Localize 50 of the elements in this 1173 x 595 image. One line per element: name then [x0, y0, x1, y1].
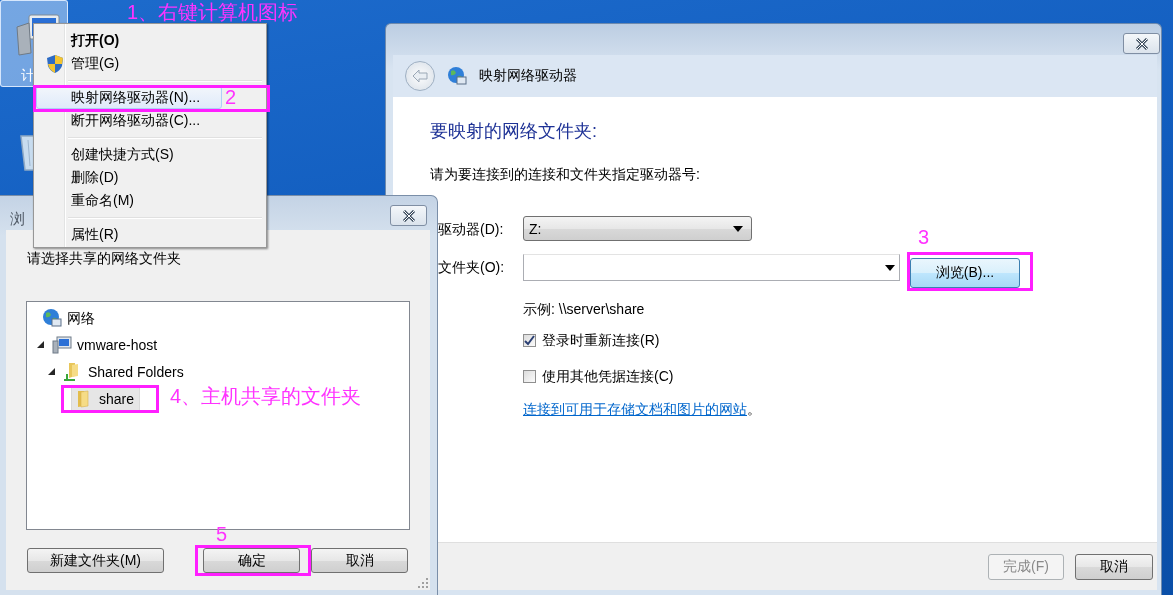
cancel-button[interactable]: 取消	[311, 548, 408, 573]
tree-item[interactable]: Shared Folders	[60, 358, 190, 385]
field-label: 文件夹(O):	[438, 258, 506, 276]
cancel-button[interactable]: 取消	[1075, 553, 1153, 580]
browse-button[interactable]: 浏览(B)...	[910, 258, 1020, 288]
prompt-text: 请选择共享的网络文件夹	[27, 250, 181, 266]
menu-item[interactable]: 删除(D)	[36, 166, 222, 189]
window-title: 映射网络驱动器	[479, 67, 577, 85]
callout-text: 5	[216, 523, 228, 545]
callout-text: 3	[918, 226, 930, 248]
instruction-text: 请为要连接到的连接和文件夹指定驱动器号:	[430, 165, 701, 183]
computer-icon	[52, 335, 72, 354]
drive-dropdown[interactable]: Z:	[523, 216, 752, 241]
menu-item[interactable]: 属性(R)	[36, 223, 222, 246]
folder-field[interactable]	[523, 254, 900, 281]
menu-item[interactable]: 映射网络驱动器(N)...	[36, 86, 222, 109]
dialog-title: 浏	[10, 210, 25, 229]
close-button[interactable]	[390, 205, 427, 226]
menu-item[interactable]: 管理(G)	[36, 52, 222, 75]
close-icon	[1134, 37, 1149, 50]
resize-grip-icon	[417, 577, 428, 588]
menu-item[interactable]: 创建快捷方式(S)	[36, 143, 222, 166]
field-label: 驱动器(D):	[438, 220, 505, 238]
checkbox[interactable]	[523, 333, 536, 347]
example-text: 示例: \\server\share	[523, 300, 645, 318]
check-icon	[524, 334, 535, 346]
checkbox-label: 使用其他凭据连接(C)	[542, 367, 674, 385]
help-sentence: 连接到可用于存储文档和图片的网站。	[523, 400, 761, 418]
globe-icon	[447, 66, 467, 86]
back-arrow-icon	[412, 69, 428, 83]
close-button[interactable]	[1123, 33, 1160, 54]
ok-button[interactable]: 确定	[203, 548, 300, 573]
checkbox[interactable]	[523, 369, 536, 383]
shield-icon	[46, 53, 64, 74]
caret-icon	[885, 264, 895, 271]
menu-item[interactable]: 断开网络驱动器(C)...	[36, 109, 222, 132]
menu-item[interactable]: 打开(O)	[36, 29, 222, 52]
close-icon	[401, 209, 416, 222]
caret-icon	[733, 225, 743, 232]
checkbox-label: 登录时重新连接(R)	[542, 331, 660, 349]
page-heading: 要映射的网络文件夹:	[430, 120, 598, 143]
new-folder-button[interactable]: 新建文件夹(M)	[27, 548, 164, 573]
callout-text: 2	[225, 86, 237, 108]
callout-text: 4、主机共享的文件夹	[170, 385, 362, 407]
callout-text: 1、右键计算机图标	[127, 1, 299, 23]
help-link[interactable]: 连接到可用于存储文档和图片的网站	[523, 401, 747, 417]
menu-item[interactable]: 重命名(M)	[36, 189, 222, 212]
globe-icon	[42, 307, 62, 328]
tree-item[interactable]: 网络	[39, 304, 101, 331]
tree-item[interactable]: vmware-host	[49, 332, 164, 357]
